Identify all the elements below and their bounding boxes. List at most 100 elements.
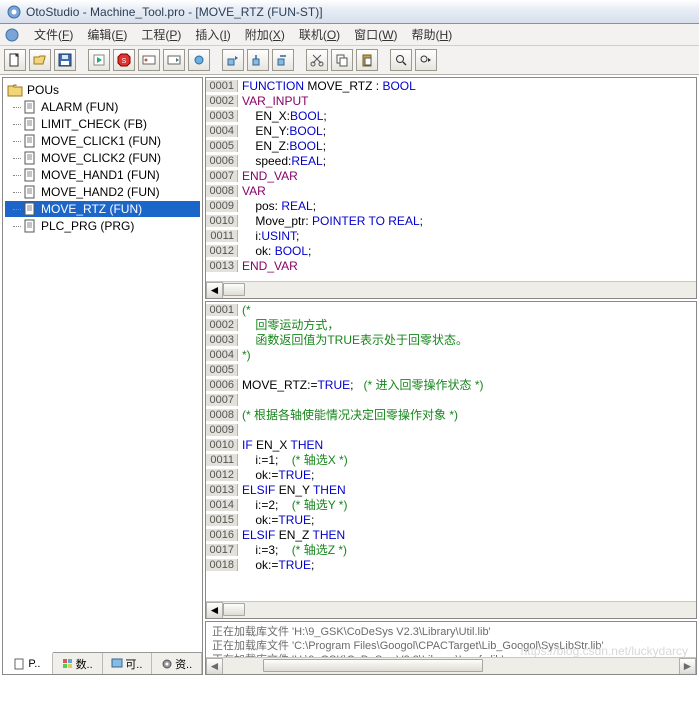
paste-button[interactable] <box>356 49 378 71</box>
find-next-button[interactable] <box>415 49 437 71</box>
code-text: Move_ptr: POINTER TO REAL; <box>238 214 423 228</box>
find-button[interactable] <box>390 49 412 71</box>
code-line[interactable]: 0002VAR_INPUT <box>206 93 696 108</box>
code-line[interactable]: 0001(* <box>206 302 696 317</box>
tree-item[interactable]: MOVE_HAND2 (FUN) <box>5 184 200 200</box>
code-line[interactable]: 0002 回零运动方式， <box>206 317 696 332</box>
code-text: EN_Y:BOOL; <box>238 124 326 138</box>
tree-root[interactable]: POUs <box>5 82 200 98</box>
code-line[interactable]: 0006 speed:REAL; <box>206 153 696 168</box>
login-button[interactable] <box>138 49 160 71</box>
line-number: 0007 <box>206 170 238 182</box>
menu-project[interactable]: 工程(P) <box>135 24 187 45</box>
scroll-right-icon[interactable]: ► <box>679 658 696 675</box>
tab-pous[interactable]: P.. <box>3 652 53 674</box>
open-button[interactable] <box>29 49 51 71</box>
step-into-button[interactable] <box>247 49 269 71</box>
code-line[interactable]: 0007END_VAR <box>206 168 696 183</box>
code-line[interactable]: 0008(* 根据各轴使能情况决定回零操作对象 *) <box>206 407 696 422</box>
scroll-thumb[interactable] <box>223 603 245 616</box>
tree-item-label: MOVE_HAND2 (FUN) <box>41 185 160 199</box>
hscroll-implementation[interactable]: ◄ <box>206 601 696 618</box>
code-text: IF EN_X THEN <box>238 438 323 452</box>
code-line[interactable]: 0009 <box>206 422 696 437</box>
code-line[interactable]: 0012 ok:=TRUE; <box>206 467 696 482</box>
tree-item[interactable]: LIMIT_CHECK (FB) <box>5 116 200 132</box>
code-line[interactable]: 0004 EN_Y:BOOL; <box>206 123 696 138</box>
tree-item[interactable]: MOVE_HAND1 (FUN) <box>5 167 200 183</box>
implementation-pane[interactable]: 0001(*0002 回零运动方式，0003 函数返回值为TRUE表示处于回零状… <box>205 301 697 619</box>
code-line[interactable]: 0007 <box>206 392 696 407</box>
line-number: 0003 <box>206 334 238 346</box>
code-line[interactable]: 0015 ok:=TRUE; <box>206 512 696 527</box>
copy-button[interactable] <box>331 49 353 71</box>
code-line[interactable]: 0014 i:=2; (* 轴选Y *) <box>206 497 696 512</box>
menu-extras[interactable]: 附加(X) <box>239 24 291 45</box>
line-number: 0014 <box>206 499 238 511</box>
hscroll-output[interactable]: ◄ ► <box>206 657 696 674</box>
code-line[interactable]: 0009 pos: REAL; <box>206 198 696 213</box>
line-number: 0006 <box>206 379 238 391</box>
code-line[interactable]: 0011 i:USINT; <box>206 228 696 243</box>
code-line[interactable]: 0005 EN_Z:BOOL; <box>206 138 696 153</box>
code-line[interactable]: 0016ELSIF EN_Z THEN <box>206 527 696 542</box>
new-button[interactable] <box>4 49 26 71</box>
run-button[interactable] <box>88 49 110 71</box>
step-button[interactable] <box>222 49 244 71</box>
code-line[interactable]: 0013ELSIF EN_Y THEN <box>206 482 696 497</box>
stop-button[interactable]: S <box>113 49 135 71</box>
line-number: 0006 <box>206 155 238 167</box>
tab-visual[interactable]: 可.. <box>103 653 153 674</box>
code-line[interactable]: 0004*) <box>206 347 696 362</box>
code-line[interactable]: 0010IF EN_X THEN <box>206 437 696 452</box>
code-line[interactable]: 0005 <box>206 362 696 377</box>
code-line[interactable]: 0012 ok: BOOL; <box>206 243 696 258</box>
step-over-button[interactable] <box>272 49 294 71</box>
save-button[interactable] <box>54 49 76 71</box>
tree-item[interactable]: ALARM (FUN) <box>5 99 200 115</box>
tree-item-label: ALARM (FUN) <box>41 100 118 114</box>
scroll-thumb[interactable] <box>263 659 483 672</box>
menu-insert[interactable]: 插入(I) <box>189 24 236 45</box>
tree-item[interactable]: MOVE_RTZ (FUN) <box>5 201 200 217</box>
scroll-thumb[interactable] <box>223 283 245 296</box>
tree-item[interactable]: PLC_PRG (PRG) <box>5 218 200 234</box>
pou-tree[interactable]: POUs ALARM (FUN)LIMIT_CHECK (FB)MOVE_CLI… <box>3 78 202 652</box>
tree-item-label: MOVE_RTZ (FUN) <box>41 202 142 216</box>
declaration-pane[interactable]: 0001FUNCTION MOVE_RTZ : BOOL0002VAR_INPU… <box>205 77 697 299</box>
menu-edit[interactable]: 编辑(E) <box>81 24 133 45</box>
code-line[interactable]: 0003 函数返回值为TRUE表示处于回零状态。 <box>206 332 696 347</box>
code-text: i:=3; (* 轴选Z *) <box>238 541 347 558</box>
scroll-left-icon[interactable]: ◄ <box>206 658 223 675</box>
code-line[interactable]: 0013END_VAR <box>206 258 696 273</box>
code-line[interactable]: 0006MOVE_RTZ:=TRUE; (* 进入回零操作状态 *) <box>206 377 696 392</box>
logout-button[interactable] <box>163 49 185 71</box>
code-line[interactable]: 0011 i:=1; (* 轴选X *) <box>206 452 696 467</box>
hscroll-declaration[interactable]: ◄ <box>206 281 696 298</box>
cut-button[interactable] <box>306 49 328 71</box>
menu-online[interactable]: 联机(O) <box>293 24 346 45</box>
breakpoint-button[interactable] <box>188 49 210 71</box>
titlebar: OtoStudio - Machine_Tool.pro - [MOVE_RTZ… <box>0 0 699 24</box>
scroll-left-icon[interactable]: ◄ <box>206 282 223 299</box>
menu-window[interactable]: 窗口(W) <box>348 24 403 45</box>
code-line[interactable]: 0018 ok:=TRUE; <box>206 557 696 572</box>
line-number: 0004 <box>206 349 238 361</box>
tree-item[interactable]: MOVE_CLICK2 (FUN) <box>5 150 200 166</box>
code-text: (* <box>238 303 251 317</box>
code-line[interactable]: 0001FUNCTION MOVE_RTZ : BOOL <box>206 78 696 93</box>
code-line[interactable]: 0003 EN_X:BOOL; <box>206 108 696 123</box>
line-number: 0012 <box>206 469 238 481</box>
tab-resources[interactable]: 资.. <box>152 653 202 674</box>
tree-item[interactable]: MOVE_CLICK1 (FUN) <box>5 133 200 149</box>
output-pane[interactable]: 正在加载库文件 'H:\9_GSK\CoDeSys V2.3\Library\U… <box>205 621 697 675</box>
code-line[interactable]: 0010 Move_ptr: POINTER TO REAL; <box>206 213 696 228</box>
code-line[interactable]: 0008VAR <box>206 183 696 198</box>
tab-data[interactable]: 数.. <box>53 653 103 674</box>
menu-help[interactable]: 帮助(H) <box>406 24 459 45</box>
folder-icon <box>7 83 23 97</box>
scroll-left-icon[interactable]: ◄ <box>206 602 223 619</box>
code-text: MOVE_RTZ:=TRUE; (* 进入回零操作状态 *) <box>238 376 484 393</box>
code-line[interactable]: 0017 i:=3; (* 轴选Z *) <box>206 542 696 557</box>
menu-file[interactable]: 文件(F) <box>28 24 79 45</box>
